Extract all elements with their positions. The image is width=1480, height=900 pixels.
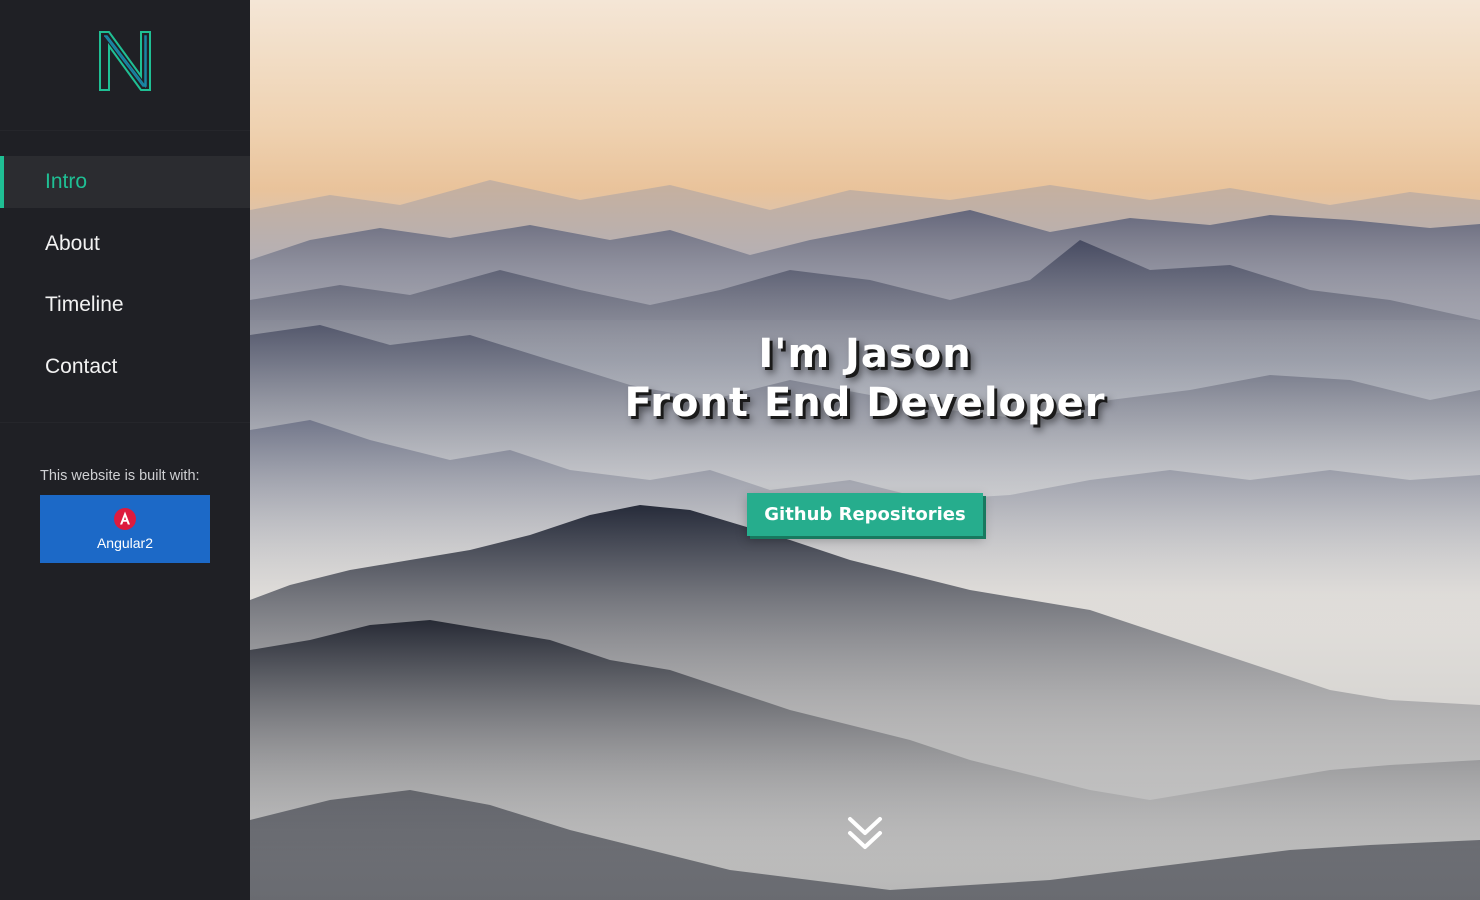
angular-icon bbox=[114, 508, 136, 530]
double-chevron-down-icon[interactable] bbox=[846, 815, 884, 853]
nav-item-about[interactable]: About bbox=[0, 218, 250, 270]
hero-title-line2: Front End Developer bbox=[624, 380, 1106, 426]
nav-item-timeline[interactable]: Timeline bbox=[0, 279, 250, 331]
built-with-badge[interactable]: Angular2 bbox=[40, 495, 210, 563]
nav-item-contact[interactable]: Contact bbox=[0, 341, 250, 393]
hero-section: I'm Jason Front End Developer Github Rep… bbox=[250, 0, 1480, 900]
n-logo-icon[interactable] bbox=[98, 30, 152, 92]
sidebar-nav: Intro About Timeline Contact bbox=[0, 156, 250, 423]
logo-area bbox=[0, 0, 250, 131]
github-repositories-button[interactable]: Github Repositories bbox=[747, 493, 983, 536]
hero-title-line1: I'm Jason bbox=[758, 331, 972, 377]
nav-item-intro[interactable]: Intro bbox=[0, 156, 250, 208]
hero-title: I'm Jason Front End Developer bbox=[250, 330, 1480, 428]
mountain-background-image bbox=[250, 180, 1480, 900]
built-with-label: This website is built with: bbox=[40, 468, 200, 484]
sidebar: Intro About Timeline Contact This websit… bbox=[0, 0, 250, 900]
built-with-badge-label: Angular2 bbox=[96, 535, 154, 551]
